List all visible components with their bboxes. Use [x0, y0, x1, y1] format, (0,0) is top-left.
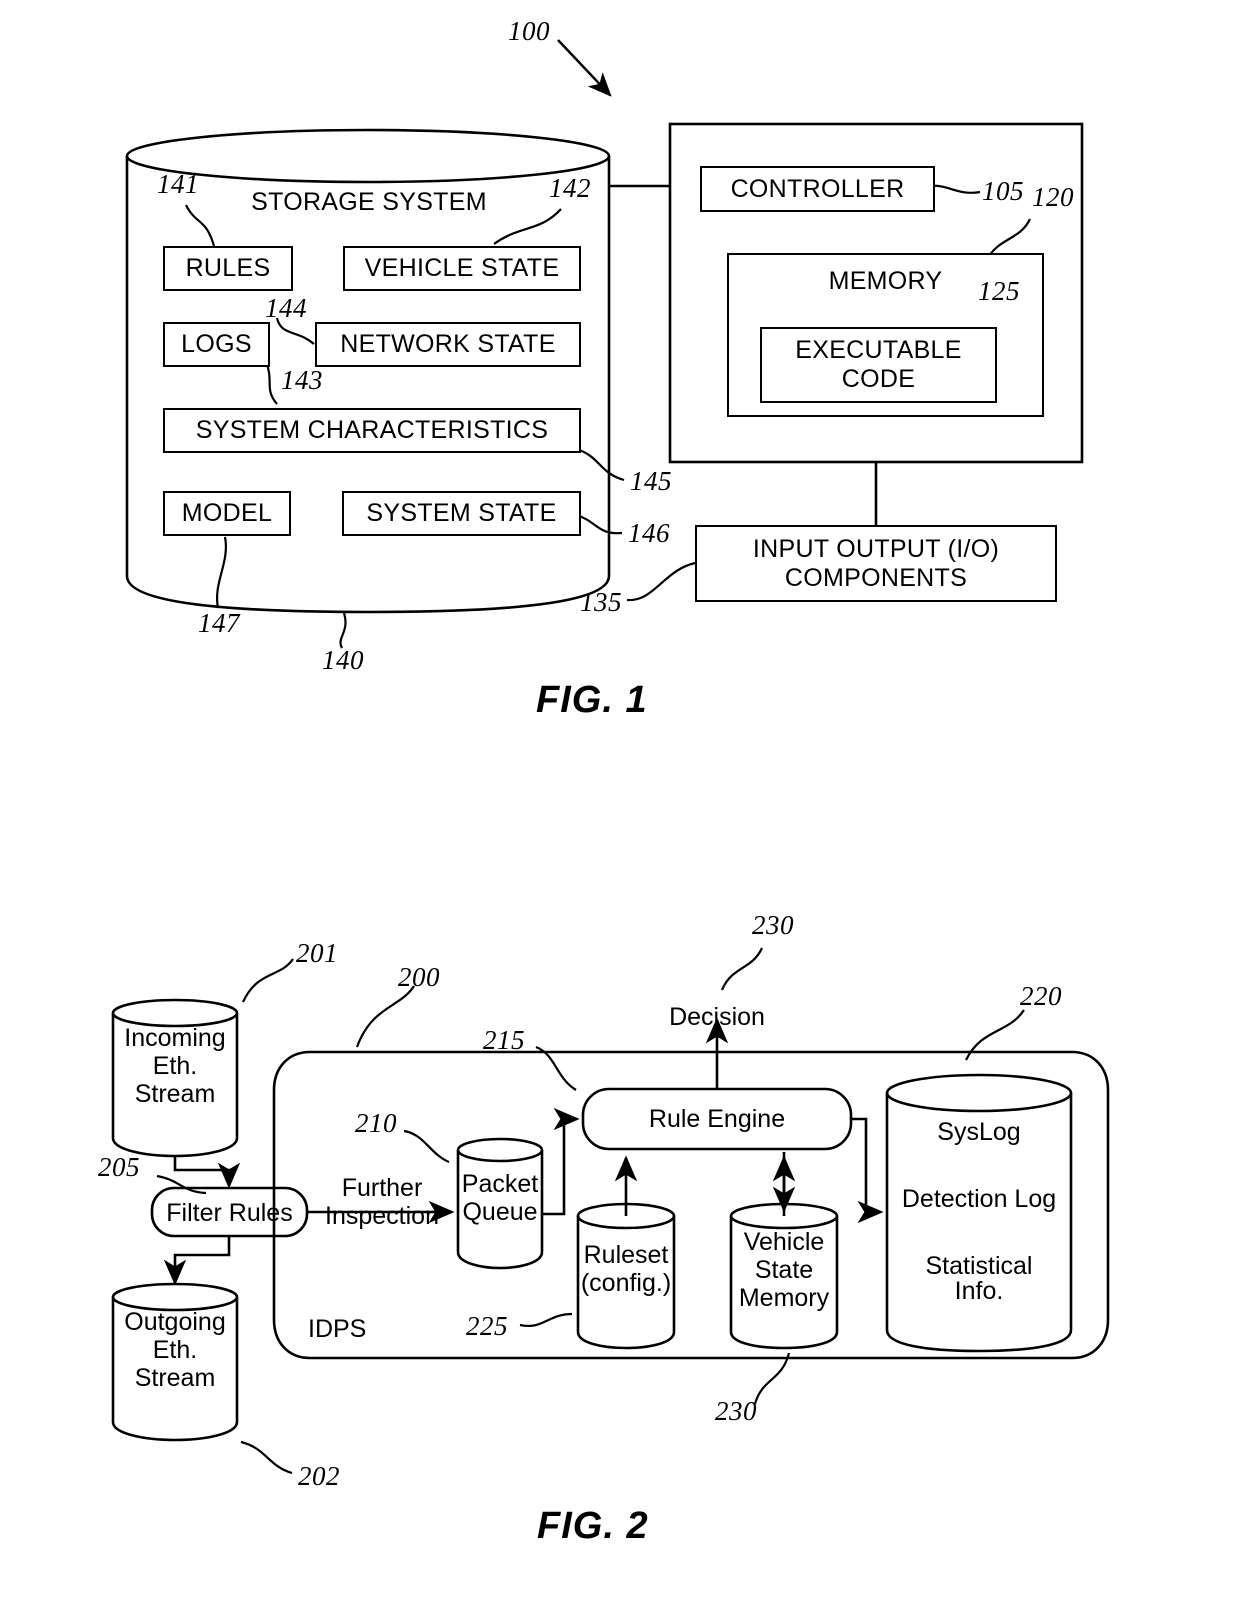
incoming-cyl-top: [111, 998, 239, 1028]
decision-label: Decision: [669, 1003, 765, 1031]
packet-queue-line2: Queue: [462, 1198, 538, 1226]
further-inspection-line2: Inspection: [325, 1202, 439, 1230]
vsm-line2: State: [754, 1256, 814, 1284]
vehicle-state-memory-label: Vehicle State Memory: [725, 1228, 843, 1312]
outgoing-stream-label: Outgoing Eth. Stream: [113, 1308, 237, 1392]
lead-215: [535, 1045, 577, 1091]
lead-230-bottom: [753, 1352, 791, 1405]
lead-230-decision: [720, 947, 764, 991]
flow-filter-to-outgoing: [163, 1236, 231, 1286]
ref-225: 225: [466, 1311, 508, 1341]
ref-202: 202: [298, 1461, 340, 1491]
filter-rules-label: Filter Rules: [166, 1199, 293, 1227]
flow-engine-to-syslog: [851, 1117, 884, 1224]
ref-220: 220: [1020, 981, 1062, 1011]
ref-201: 201: [296, 938, 338, 968]
incoming-line2: Eth.: [152, 1052, 198, 1080]
ruleset-line2: (config.): [580, 1269, 672, 1297]
further-inspection-line1: Further: [341, 1174, 423, 1202]
syslog-line4: Info.: [954, 1277, 1004, 1305]
lead-200: [355, 985, 415, 1048]
packet-queue-line1: Packet: [461, 1170, 539, 1198]
syslog-line1: SysLog: [937, 1118, 1021, 1146]
rule-engine-label: Rule Engine: [648, 1105, 786, 1133]
packet-queue-top: [456, 1137, 544, 1163]
syslog-label: SysLog Detection Log Statistical Info.: [887, 1120, 1071, 1304]
ref-205: 205: [98, 1152, 140, 1182]
ref-215: 215: [483, 1025, 525, 1055]
outgoing-line2: Eth.: [152, 1336, 198, 1364]
lead-225: [519, 1312, 573, 1328]
figure-2: Incoming Eth. Stream Outgoing Eth. Strea…: [0, 0, 1240, 1613]
flow-filter-split: [175, 1237, 229, 1285]
syslog-line2: Detection Log: [901, 1185, 1057, 1213]
idps-label: IDPS: [308, 1315, 367, 1343]
syslog-top: [885, 1073, 1073, 1113]
packet-queue-label: Packet Queue: [452, 1170, 548, 1226]
incoming-line1: Incoming: [124, 1024, 226, 1052]
ruleset-label: Ruleset (config.): [572, 1241, 680, 1297]
incoming-stream-label: Incoming Eth. Stream: [113, 1024, 237, 1108]
further-inspection-label: Further Inspection: [312, 1174, 452, 1230]
flow-incoming-to-filter: [173, 1156, 241, 1189]
figure-2-caption: FIG. 2: [537, 1505, 649, 1547]
incoming-line3: Stream: [134, 1080, 216, 1108]
vsm-line3: Memory: [738, 1284, 830, 1312]
ruleset-line1: Ruleset: [583, 1241, 669, 1269]
outgoing-cyl-top: [111, 1282, 239, 1312]
lead-201: [242, 958, 294, 1003]
outgoing-line3: Stream: [134, 1364, 216, 1392]
syslog-line3: Statistical: [925, 1252, 1033, 1280]
ref-210: 210: [355, 1108, 397, 1138]
ref-230-bottom: 230: [715, 1396, 757, 1426]
ref-200: 200: [398, 962, 440, 992]
outgoing-line1: Outgoing: [124, 1308, 226, 1336]
ref-230-decision: 230: [752, 910, 794, 940]
lead-202: [240, 1440, 293, 1475]
lead-210: [403, 1129, 450, 1164]
vsm-line1: Vehicle: [743, 1228, 825, 1256]
